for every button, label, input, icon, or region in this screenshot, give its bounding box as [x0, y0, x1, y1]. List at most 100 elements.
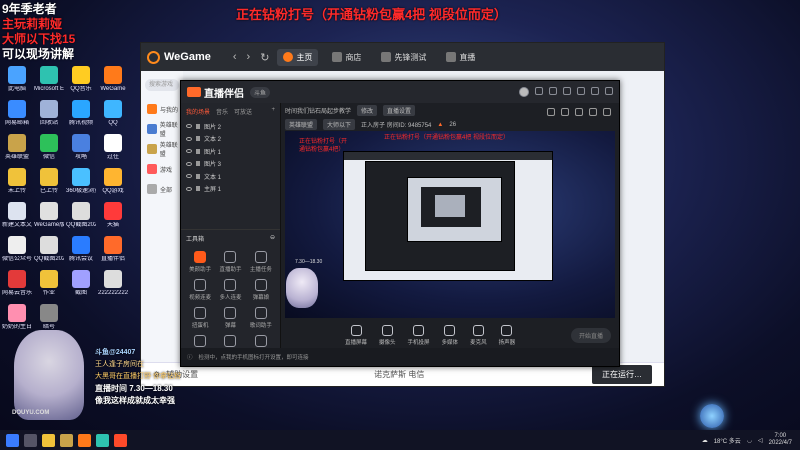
toolbox-item[interactable]: 歌词助手 [246, 307, 276, 329]
user-icon[interactable] [575, 108, 583, 116]
add-source-button[interactable]: 麦克风 [470, 324, 487, 346]
tab-live[interactable]: 直播 [440, 49, 481, 66]
desktop-icon[interactable]: 天猫 [98, 202, 128, 229]
eye-icon[interactable] [186, 124, 192, 129]
add-source-button[interactable]: 扬声器 [499, 324, 515, 346]
toolbox-item[interactable]: 美颜助手 [185, 251, 215, 273]
companion-taskbar-icon[interactable] [114, 433, 127, 447]
start-menu-icon[interactable] [6, 433, 19, 447]
eye-icon[interactable] [186, 186, 192, 191]
add-source-button[interactable]: 手机投屏 [408, 324, 430, 346]
desktop-icon[interactable]: 腾讯会议 [66, 236, 96, 263]
eye-icon[interactable] [186, 174, 192, 179]
wegame-side-item[interactable]: 与我的 [141, 99, 183, 119]
settings-icon[interactable] [603, 108, 611, 116]
scene-source-row[interactable]: 图片 1 [181, 145, 280, 158]
start-game-button[interactable]: 正在运行… [592, 365, 652, 384]
wegame-search-input[interactable]: 搜索游戏 [145, 79, 179, 91]
lock-icon[interactable] [196, 186, 200, 192]
lock-icon[interactable] [196, 136, 200, 142]
desktop-icon[interactable]: QQ截图20220115... [66, 202, 96, 229]
stream-preview[interactable]: 7.30—18.30 [285, 131, 615, 318]
gift-icon[interactable] [547, 108, 555, 116]
desktop-icon[interactable]: 腾讯视频 [66, 100, 96, 127]
volume-icon[interactable]: ◁ [758, 437, 763, 444]
wegame-taskbar-icon[interactable] [78, 433, 91, 447]
subcategory-tag[interactable]: 大师以下 [323, 119, 356, 130]
lock-icon[interactable] [561, 108, 569, 116]
desktop-icon[interactable]: 未上传 [2, 168, 32, 195]
back-arrow-icon[interactable]: ‹ [233, 51, 237, 63]
desktop-icon[interactable]: 作业 [34, 270, 64, 297]
lol-icon[interactable] [60, 433, 73, 447]
network-icon[interactable]: ◡ [747, 437, 752, 444]
scene-source-row[interactable]: 文本 1 [181, 170, 280, 183]
toolbox-item[interactable]: 弹幕 [215, 307, 245, 329]
tab-my-scenes[interactable]: 我的场景 [186, 107, 210, 116]
toolbox-item[interactable]: 直播助手 [215, 251, 245, 273]
eye-icon[interactable] [186, 149, 192, 154]
toolbox-item[interactable]: 多人连麦 [215, 279, 245, 301]
toolbox-item[interactable]: 扭蛋机 [185, 307, 215, 329]
desktop-icon[interactable]: QQ [98, 100, 128, 127]
add-source-button[interactable]: 摄像头 [379, 324, 396, 346]
menu-icon[interactable] [563, 87, 571, 95]
clock[interactable]: 7:00 2022/4/7 [769, 433, 792, 447]
category-tag[interactable]: 英雄联盟 [285, 119, 318, 130]
eye-icon[interactable] [186, 161, 192, 166]
desktop-icon[interactable]: 攻略 [66, 134, 96, 161]
wegame-side-item[interactable]: 英雄联盟 [141, 119, 183, 139]
desktop-icon[interactable]: 回收站 [34, 100, 64, 127]
minimize-icon[interactable] [577, 87, 585, 95]
desktop-icon[interactable]: QQ游戏 [98, 168, 128, 195]
toolbox-item[interactable]: 主播任务 [246, 251, 276, 273]
desktop-icon[interactable]: 222222222 [98, 270, 128, 297]
wegame-side-item[interactable]: 全部 [141, 179, 183, 199]
add-source-button[interactable]: 多媒体 [442, 324, 458, 346]
start-live-button[interactable]: 开始直播 [570, 328, 611, 343]
desktop-icon[interactable]: 奶奶的生日 [2, 304, 32, 331]
lock-icon[interactable] [196, 161, 200, 167]
toolbox-more-icon[interactable]: ⊖ [270, 234, 275, 243]
search-icon[interactable] [24, 433, 37, 447]
tab-store[interactable]: 商店 [326, 49, 367, 66]
forward-arrow-icon[interactable]: › [247, 51, 251, 63]
toolbox-item[interactable]: 弹幕娘 [246, 279, 276, 301]
desktop-icon[interactable]: WeGame版 [34, 202, 64, 229]
add-source-button[interactable]: 直播屏幕 [345, 324, 367, 346]
desktop-icon[interactable]: QQ音乐 [66, 66, 96, 93]
desktop-icon[interactable]: 截图 [66, 270, 96, 297]
toolbox-item[interactable]: 视频连麦 [185, 279, 215, 301]
tab-broadcast[interactable]: 可放送 [234, 107, 252, 116]
desktop-icon[interactable]: 网易云音乐 [2, 270, 32, 297]
desktop-icon[interactable]: WeGame [98, 66, 128, 93]
add-scene-icon[interactable]: + [271, 107, 275, 116]
avatar-icon[interactable] [519, 87, 529, 97]
server-select[interactable]: 诺克萨斯 电信 [374, 369, 424, 380]
desktop-icon[interactable]: 暗号 [34, 304, 64, 331]
message-icon[interactable] [535, 87, 543, 95]
scene-source-row[interactable]: 主屏 1 [181, 183, 280, 196]
skin-icon[interactable] [549, 87, 557, 95]
stream-settings-button[interactable]: 直播设置 [383, 105, 416, 116]
bell-icon[interactable] [589, 108, 597, 116]
desktop-icon[interactable]: 360极速浏览器 [66, 168, 96, 195]
desktop-icon[interactable]: 已上传 [34, 168, 64, 195]
desktop-icon[interactable]: 新建文本文档 [2, 202, 32, 229]
desktop-icon[interactable]: 英雄联盟 [2, 134, 32, 161]
browser-icon[interactable] [96, 433, 109, 447]
desktop-icon[interactable]: QQ截图20211130... [34, 236, 64, 263]
scene-source-row[interactable]: 图片 3 [181, 158, 280, 171]
lock-icon[interactable] [196, 173, 200, 179]
wegame-side-item[interactable]: 英雄联盟 [141, 139, 183, 159]
edit-title-button[interactable]: 修改 [357, 105, 378, 116]
tab-home[interactable]: 主页 [277, 48, 319, 66]
desktop-icon[interactable]: 微信公众号 [2, 236, 32, 263]
close-icon[interactable] [605, 87, 613, 95]
desktop-icon[interactable]: 过往 [98, 134, 128, 161]
tab-music[interactable]: 音乐 [216, 107, 228, 116]
desktop-icon[interactable]: 网易邮箱 [2, 100, 32, 127]
desktop-icon[interactable]: 微信 [34, 134, 64, 161]
lock-icon[interactable] [196, 148, 200, 154]
lock-icon[interactable] [196, 123, 200, 129]
